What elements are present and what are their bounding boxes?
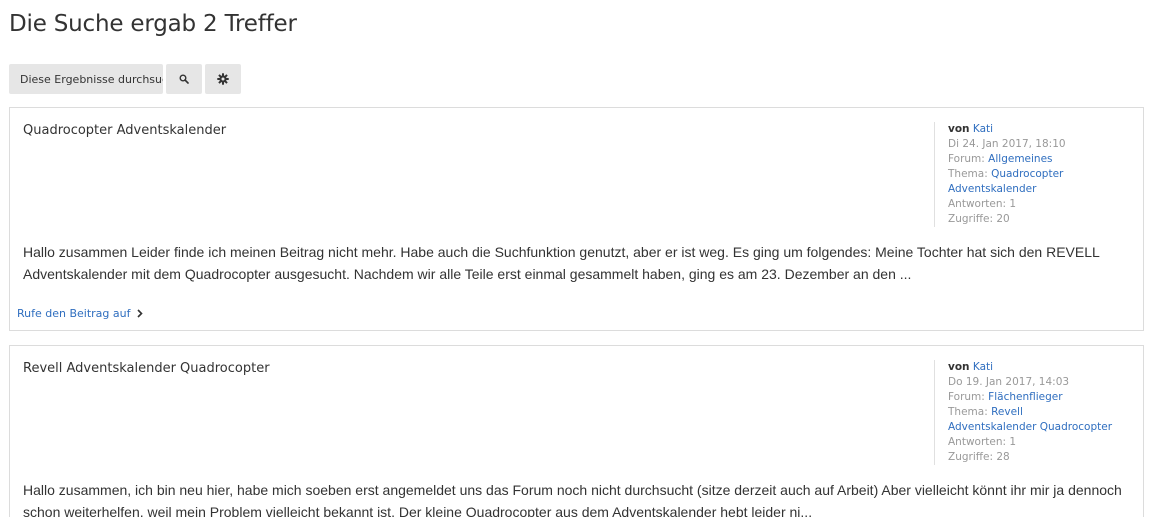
result-replies: Antworten: 1 [948, 436, 1017, 448]
topic-label: Thema: [948, 168, 988, 180]
author-label: von [948, 123, 970, 135]
result-excerpt: Hallo zusammen, ich bin neu hier, habe m… [23, 482, 1122, 517]
result-topic-line: Thema: Quadrocopter Adventskalender [948, 167, 1114, 197]
result-excerpt: Hallo zusammen Leider finde ich meinen B… [23, 244, 1100, 282]
result-date: Do 19. Jan 2017, 14:03 [948, 376, 1070, 388]
result-meta: von Kati Di 24. Jan 2017, 18:10 Forum: A… [934, 122, 1114, 227]
result-author-line: von Kati [948, 360, 1114, 375]
search-settings-button[interactable] [205, 64, 241, 94]
search-result: Revell Adventskalender Quadrocopter von … [9, 345, 1144, 517]
author-label: von [948, 361, 970, 373]
topic-label: Thema: [948, 406, 988, 418]
result-meta: von Kati Do 19. Jan 2017, 14:03 Forum: F… [934, 360, 1114, 465]
chevron-right-icon [136, 309, 143, 318]
open-post-link[interactable]: Rufe den Beitrag auf [17, 307, 143, 320]
result-forum-line: Forum: Flächenflieger [948, 390, 1114, 405]
search-button[interactable] [166, 64, 202, 94]
result-topic-line: Thema: Revell Adventskalender Quadrocopt… [948, 405, 1114, 435]
forum-label: Forum: [948, 391, 985, 403]
result-views: Zugriffe: 20 [948, 213, 1010, 225]
search-icon [179, 74, 189, 84]
open-post-label: Rufe den Beitrag auf [17, 307, 131, 320]
result-author-line: von Kati [948, 122, 1114, 137]
author-link[interactable]: Kati [973, 361, 993, 373]
search-results-input[interactable] [9, 64, 163, 94]
forum-link[interactable]: Flächenflieger [988, 391, 1062, 403]
result-replies: Antworten: 1 [948, 198, 1017, 210]
result-date: Di 24. Jan 2017, 18:10 [948, 138, 1066, 150]
result-views: Zugriffe: 28 [948, 451, 1010, 463]
search-result: Quadrocopter Adventskalender von Kati Di… [9, 107, 1144, 331]
author-link[interactable]: Kati [973, 123, 993, 135]
page-title: Die Suche ergab 2 Treffer [9, 11, 297, 37]
gear-icon [217, 73, 229, 85]
result-title-link[interactable]: Quadrocopter Adventskalender [23, 123, 226, 138]
forum-label: Forum: [948, 153, 985, 165]
result-title-link[interactable]: Revell Adventskalender Quadrocopter [23, 361, 270, 376]
result-forum-line: Forum: Allgemeines [948, 152, 1114, 167]
forum-link[interactable]: Allgemeines [988, 153, 1052, 165]
